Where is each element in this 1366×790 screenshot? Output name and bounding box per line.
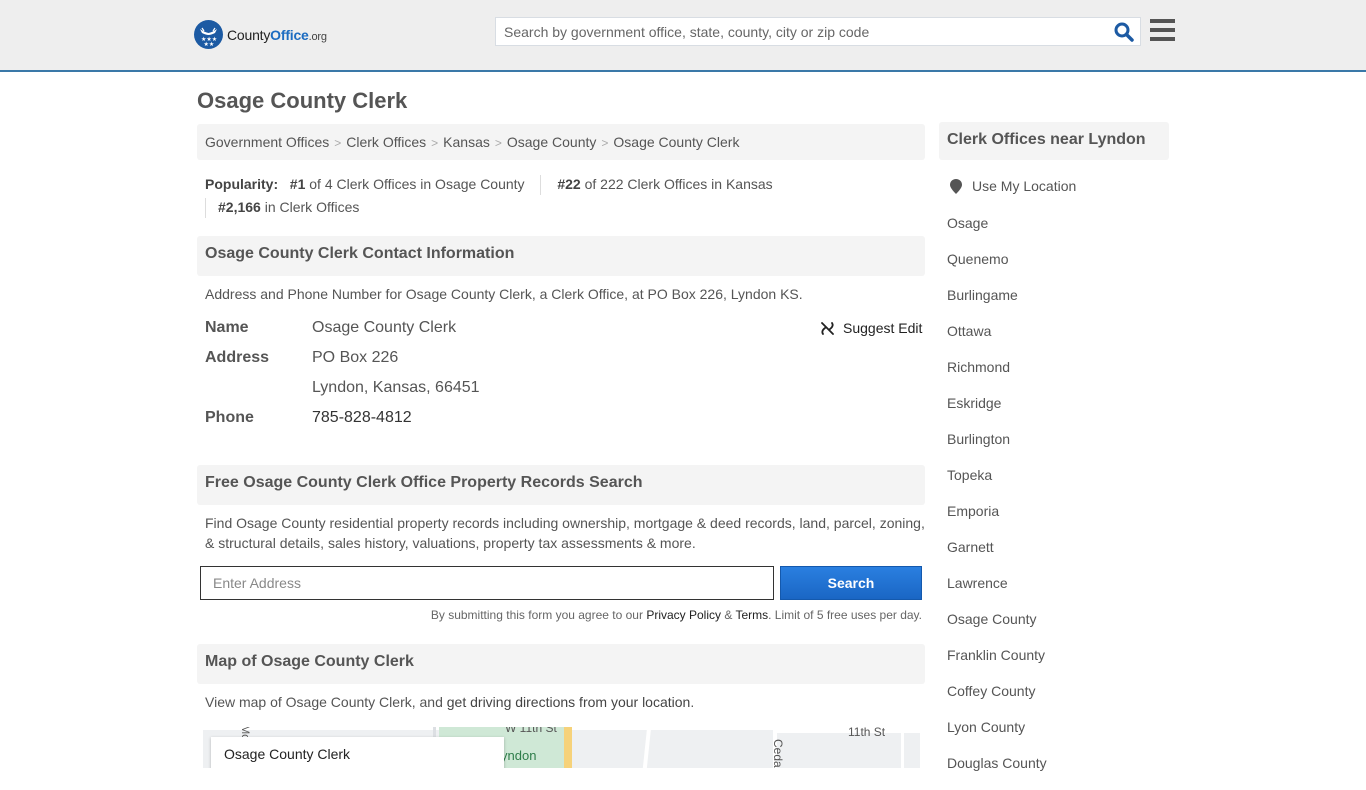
map-park-label: yndon <box>501 748 537 763</box>
nearby-link-osage-county[interactable]: Osage County <box>947 611 1037 627</box>
divider <box>540 175 542 196</box>
nearby-link-lyon-county[interactable]: Lyon County <box>947 719 1025 735</box>
map-intro: View map of Osage County Clerk, and get … <box>205 694 695 710</box>
map-street-label: 11th St <box>848 727 886 739</box>
list-item: Quenemo <box>947 250 1047 286</box>
property-search-description: Find Osage County residential property r… <box>205 515 925 551</box>
location-map[interactable]: W 11th St 11th St Ceda Mc yndon Osage Co… <box>203 727 920 768</box>
list-item: Franklin County <box>947 646 1047 682</box>
phone-label: Phone <box>205 409 254 426</box>
nearby-link-emporia[interactable]: Emporia <box>947 503 999 519</box>
nearby-link-burlington[interactable]: Burlington <box>947 431 1010 447</box>
site-logo[interactable]: ★★★ ★★ CountyOffice.org <box>194 20 327 49</box>
list-item: Topeka <box>947 466 1047 502</box>
list-item: Burlington <box>947 430 1047 466</box>
breadcrumb: Government Offices > Clerk Offices > Kansas >… <box>197 124 925 160</box>
nearby-link-eskridge[interactable]: Eskridge <box>947 395 1001 411</box>
nearby-link-coffey-county[interactable]: Coffey County <box>947 683 1035 699</box>
list-item: Douglas County <box>947 754 1047 790</box>
list-item: Garnett <box>947 538 1047 574</box>
list-item: Ottawa <box>947 322 1047 358</box>
address-label: Address <box>205 349 270 366</box>
popularity-ranking: Popularity: #1 of 4 Clerk Offices in Osa… <box>205 173 925 219</box>
suggest-edit: Suggest Edit <box>820 320 922 336</box>
top-header: ★★★ ★★ CountyOffice.org <box>0 0 1366 72</box>
list-item: Lyon County <box>947 718 1047 754</box>
nearby-link-topeka[interactable]: Topeka <box>947 467 992 483</box>
property-search-button[interactable]: Search <box>780 566 922 600</box>
map-pin-icon <box>950 178 962 194</box>
site-search-input[interactable] <box>496 18 1106 45</box>
nearby-link-burlingame[interactable]: Burlingame <box>947 287 1018 303</box>
breadcrumb-separator: > <box>431 136 439 150</box>
list-item: Burlingame <box>947 286 1047 322</box>
list-item: Coffey County <box>947 682 1047 718</box>
eagle-stars-logo-icon: ★★★ ★★ <box>194 20 223 49</box>
address-input[interactable] <box>200 566 774 600</box>
contact-intro: Address and Phone Number for Osage Count… <box>205 286 803 302</box>
logo-wordmark: CountyOffice.org <box>227 26 327 43</box>
map-road <box>901 731 904 768</box>
breadcrumb-separator: > <box>334 136 342 150</box>
map-card-title: Osage County Clerk <box>224 746 351 762</box>
map-info-card: Osage County Clerk <box>211 737 504 768</box>
breadcrumb-separator: > <box>601 136 609 150</box>
site-search <box>495 17 1141 46</box>
property-search-heading: Free Osage County Clerk Office Property … <box>197 465 925 505</box>
search-icon[interactable] <box>1114 22 1134 42</box>
nearby-link-osage[interactable]: Osage <box>947 215 988 231</box>
nearby-offices-list: Osage Quenemo Burlingame Ottawa Richmond… <box>947 214 1047 790</box>
breadcrumb-clerk-offices[interactable]: Clerk Offices <box>346 134 426 150</box>
nearby-link-garnett[interactable]: Garnett <box>947 539 994 555</box>
driving-directions-link[interactable]: get driving directions from your locatio… <box>447 694 691 710</box>
breadcrumb-government-offices[interactable]: Government Offices <box>205 134 329 150</box>
popularity-county-rank: #1 of 4 Clerk Offices in Osage County <box>289 176 525 192</box>
map-heading: Map of Osage County Clerk <box>197 644 925 684</box>
page-title: Osage County Clerk <box>197 88 408 113</box>
list-item: Richmond <box>947 358 1047 394</box>
map-highway <box>564 727 572 768</box>
suggest-edit-link[interactable]: Suggest Edit <box>843 320 922 336</box>
list-item: Osage <box>947 214 1047 250</box>
list-item: Eskridge <box>947 394 1047 430</box>
divider <box>205 198 206 219</box>
address-line-2: Lyndon, Kansas, 66451 <box>312 379 480 396</box>
breadcrumb-separator: > <box>494 136 502 150</box>
popularity-national-rank: #2,166 in Clerk Offices <box>218 199 360 215</box>
sidebar-heading: Clerk Offices near Lyndon <box>939 122 1169 160</box>
name-label: Name <box>205 319 249 336</box>
use-my-location: Use My Location <box>950 178 1076 194</box>
map-street-label: W 11th St <box>505 727 557 735</box>
edit-pencil-icon <box>821 321 834 335</box>
breadcrumb-current: Osage County Clerk <box>613 134 740 150</box>
privacy-policy-link[interactable]: Privacy Policy <box>646 608 721 622</box>
popularity-label: Popularity: <box>205 176 279 192</box>
nearby-link-franklin-county[interactable]: Franklin County <box>947 647 1045 663</box>
nearby-link-richmond[interactable]: Richmond <box>947 359 1010 375</box>
hamburger-menu-icon[interactable] <box>1150 19 1175 41</box>
use-my-location-link[interactable]: Use My Location <box>972 178 1076 194</box>
nearby-link-lawrence[interactable]: Lawrence <box>947 575 1008 591</box>
nearby-link-douglas-county[interactable]: Douglas County <box>947 755 1047 771</box>
terms-link[interactable]: Terms <box>735 608 768 622</box>
nearby-link-quenemo[interactable]: Quenemo <box>947 251 1008 267</box>
contact-heading: Osage County Clerk Contact Information <box>197 236 925 276</box>
address-line-1: PO Box 226 <box>312 349 399 366</box>
name-value: Osage County Clerk <box>312 319 457 336</box>
list-item: Lawrence <box>947 574 1047 610</box>
svg-text:★★: ★★ <box>204 41 215 48</box>
breadcrumb-kansas[interactable]: Kansas <box>443 134 490 150</box>
map-street-label: Ceda <box>771 739 785 768</box>
popularity-state-rank: #22 of 222 Clerk Offices in Kansas <box>557 176 773 192</box>
nearby-link-ottawa[interactable]: Ottawa <box>947 323 991 339</box>
phone-link[interactable]: 785-828-4812 <box>312 409 412 426</box>
list-item: Emporia <box>947 502 1047 538</box>
breadcrumb-osage-county[interactable]: Osage County <box>507 134 597 150</box>
form-disclaimer: By submitting this form you agree to our… <box>430 608 922 622</box>
map-road <box>773 729 920 733</box>
list-item: Osage County <box>947 610 1047 646</box>
map-road <box>642 727 652 768</box>
